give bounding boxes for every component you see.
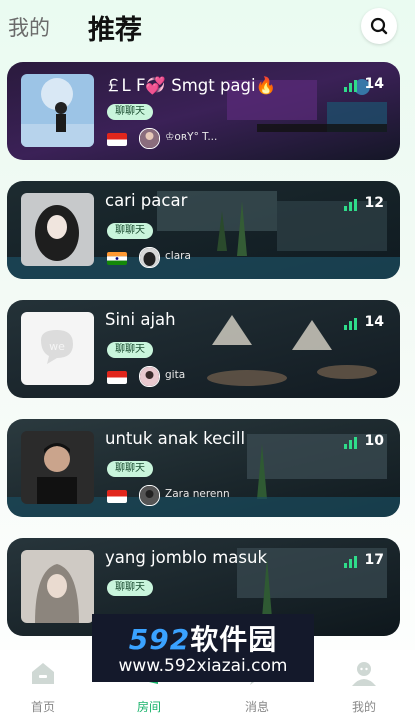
room-title: ￡L F💞 Smgt pagi🔥 — [105, 76, 277, 95]
home-icon — [32, 663, 54, 684]
signal-icon — [343, 318, 359, 330]
online-count: 14 — [343, 76, 384, 92]
nav-home[interactable]: 首页 — [13, 658, 73, 715]
top-header: 我的 推荐 — [0, 0, 415, 56]
search-button[interactable] — [361, 8, 397, 44]
room-card[interactable]: cari pacar 聊聊天 clara 12 — [7, 181, 400, 279]
tab-mine[interactable]: 我的 — [8, 12, 50, 42]
room-tag: 聊聊天 — [107, 342, 153, 358]
room-tag: 聊聊天 — [107, 580, 153, 596]
nav-message-label: 消息 — [244, 700, 269, 714]
room-card[interactable]: we Sini ajah 聊聊天 gita 14 — [7, 300, 400, 398]
online-count-value: 14 — [364, 314, 384, 330]
signal-icon — [343, 556, 359, 568]
host-name: Zara nerenn — [165, 488, 230, 500]
room-title: untuk anak kecill — [105, 429, 246, 448]
indonesia-flag-icon — [107, 133, 127, 146]
host-avatar — [139, 247, 160, 268]
room-tag: 聊聊天 — [107, 104, 153, 120]
room-title: Sini ajah — [105, 310, 176, 329]
online-count-value: 17 — [364, 552, 384, 568]
online-count-value: 12 — [364, 195, 384, 211]
app-logo-text: we — [49, 340, 65, 353]
online-count-value: 10 — [364, 433, 384, 449]
search-icon — [370, 17, 388, 35]
room-card[interactable]: untuk anak kecill 聊聊天 Zara nerenn 10 — [7, 419, 400, 517]
online-count: 12 — [343, 195, 384, 211]
nav-profile-label: 我的 — [351, 700, 376, 714]
watermark-number: 592 — [128, 623, 191, 656]
room-card[interactable]: ￡L F💞 Smgt pagi🔥 聊聊天 ♔ᴏʀY° T... 14 — [7, 62, 400, 160]
host-avatar — [139, 485, 160, 506]
watermark-logo: 592软件园 — [92, 618, 314, 658]
host-avatar — [139, 128, 160, 149]
room-tag: 聊聊天 — [107, 461, 153, 477]
room-cover-image — [21, 550, 94, 623]
room-title: cari pacar — [105, 191, 188, 210]
room-title: yang jomblo masuk — [105, 548, 267, 567]
online-count: 10 — [343, 433, 384, 449]
indonesia-flag-icon — [107, 371, 127, 384]
watermark-overlay: 592软件园 www.592xiazai.com — [92, 614, 314, 682]
nav-home-label: 首页 — [30, 700, 55, 714]
host-name: gita — [165, 369, 186, 381]
online-count: 14 — [343, 314, 384, 330]
online-count-value: 14 — [364, 76, 384, 92]
room-cover-image — [21, 74, 94, 147]
tab-recommend[interactable]: 推荐 — [88, 8, 142, 47]
profile-icon — [352, 662, 376, 686]
indonesia-flag-icon — [107, 490, 127, 503]
nav-profile[interactable]: 我的 — [334, 658, 394, 715]
nav-room-label: 房间 — [136, 700, 161, 714]
india-flag-icon — [107, 252, 127, 265]
online-count: 17 — [343, 552, 384, 568]
room-cover-image — [21, 193, 94, 266]
watermark-url: www.592xiazai.com — [118, 656, 288, 676]
host-name: ♔ᴏʀY° T... — [165, 131, 218, 143]
room-cover-image — [21, 431, 94, 504]
host-name: clara — [165, 250, 191, 262]
signal-icon — [343, 80, 359, 92]
watermark-brand: 软件园 — [190, 623, 278, 656]
signal-icon — [343, 199, 359, 211]
app-logo-image: we — [21, 312, 94, 385]
room-tag: 聊聊天 — [107, 223, 153, 239]
signal-icon — [343, 437, 359, 449]
host-avatar — [139, 366, 160, 387]
